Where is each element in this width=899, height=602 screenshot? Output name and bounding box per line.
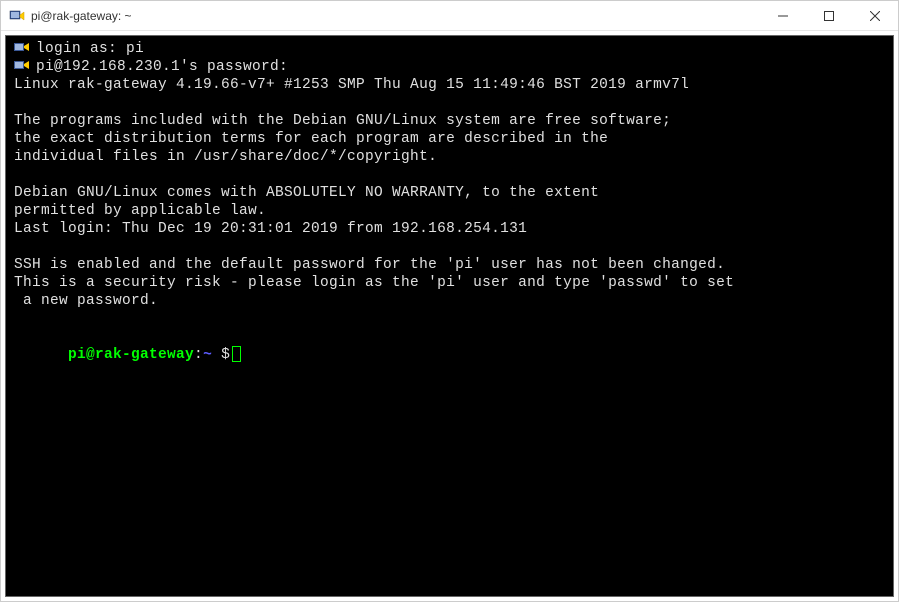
prompt-path: ~	[203, 347, 212, 363]
terminal-blank-line	[14, 238, 885, 256]
maximize-icon	[824, 11, 834, 21]
terminal-line: SSH is enabled and the default password …	[14, 256, 885, 274]
terminal-line: This is a security risk - please login a…	[14, 274, 885, 292]
login-prompt-text: login as: pi	[36, 40, 144, 58]
window-title: pi@rak-gateway: ~	[31, 9, 760, 23]
terminal-line: Linux rak-gateway 4.19.66-v7+ #1253 SMP …	[14, 76, 885, 94]
terminal-line: pi@192.168.230.1's password:	[14, 58, 885, 76]
minimize-icon	[778, 11, 788, 21]
terminal-line: The programs included with the Debian GN…	[14, 112, 885, 130]
terminal-line: permitted by applicable law.	[14, 202, 885, 220]
terminal-line: login as: pi	[14, 40, 885, 58]
titlebar[interactable]: pi@rak-gateway: ~	[1, 1, 898, 31]
terminal-line: Debian GNU/Linux comes with ABSOLUTELY N…	[14, 184, 885, 202]
terminal-line: Last login: Thu Dec 19 20:31:01 2019 fro…	[14, 220, 885, 238]
terminal-line: a new password.	[14, 292, 885, 310]
terminal-line: the exact distribution terms for each pr…	[14, 130, 885, 148]
terminal-blank-line	[14, 310, 885, 328]
prompt-dollar: $	[212, 347, 230, 363]
minimize-button[interactable]	[760, 1, 806, 30]
terminal-line: individual files in /usr/share/doc/*/cop…	[14, 148, 885, 166]
password-prompt-text: pi@192.168.230.1's password:	[36, 58, 288, 76]
terminal-cursor	[232, 346, 241, 362]
prompt-colon: :	[194, 347, 203, 363]
close-icon	[870, 11, 880, 21]
putty-line-icon	[14, 58, 32, 74]
window-controls	[760, 1, 898, 30]
putty-app-icon	[9, 8, 25, 24]
close-button[interactable]	[852, 1, 898, 30]
putty-line-icon	[14, 40, 32, 56]
maximize-button[interactable]	[806, 1, 852, 30]
prompt-line: pi@rak-gateway:~ $	[14, 328, 885, 382]
terminal-blank-line	[14, 94, 885, 112]
app-window: pi@rak-gateway: ~ login as: pi	[0, 0, 899, 602]
terminal-blank-line	[14, 166, 885, 184]
prompt-user-host: pi@rak-gateway	[68, 347, 194, 363]
terminal-area[interactable]: login as: pi pi@192.168.230.1's password…	[5, 35, 894, 597]
